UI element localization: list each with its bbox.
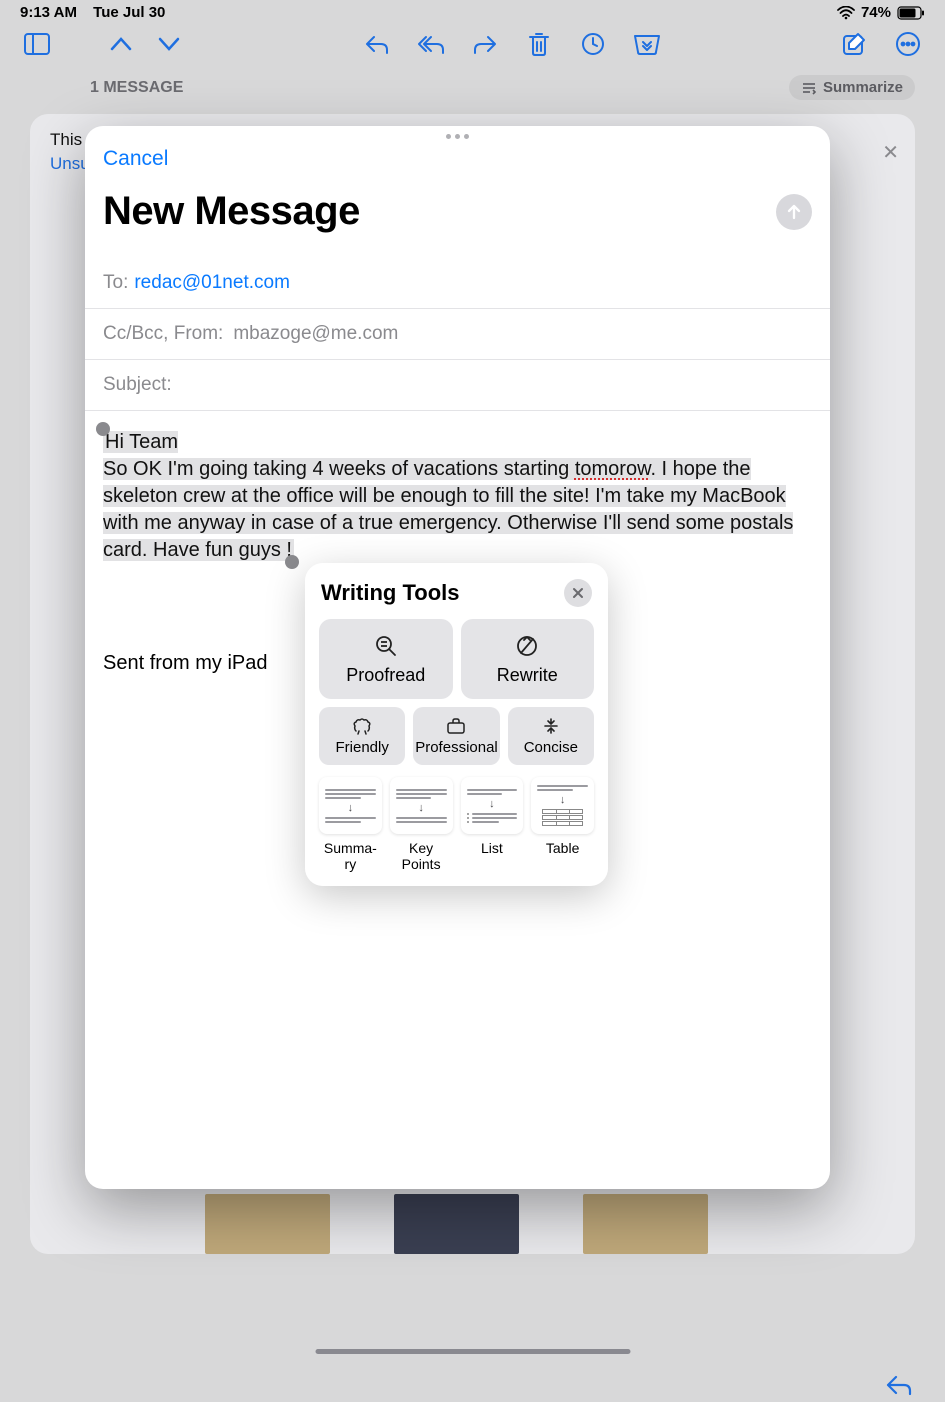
cc-from-field[interactable]: Cc/Bcc, From: mbazoge@me.com [85, 308, 830, 359]
selection-handle-start[interactable] [96, 422, 110, 436]
reply-bottom-button[interactable] [885, 1373, 913, 1402]
send-button[interactable] [776, 194, 812, 230]
cancel-button[interactable]: Cancel [103, 147, 168, 171]
delete-button[interactable] [522, 27, 556, 61]
subject-label: Subject: [103, 374, 172, 396]
close-banner-button[interactable]: ✕ [882, 140, 899, 165]
to-field[interactable]: To: redac@01net.com [85, 258, 830, 308]
rewrite-label: Rewrite [497, 665, 558, 686]
attachment-thumb[interactable] [583, 1194, 708, 1254]
proofread-button[interactable]: Proofread [319, 619, 453, 699]
mail-toolbar [0, 21, 945, 65]
reply-all-button[interactable] [414, 27, 448, 61]
prev-message-button[interactable] [104, 27, 138, 61]
keypoints-label: Key Points [402, 840, 441, 872]
arrow-down-icon: ↓ [489, 798, 495, 810]
summarize-button[interactable]: Summarize [789, 75, 915, 100]
reply-button[interactable] [360, 27, 394, 61]
next-message-button[interactable] [152, 27, 186, 61]
to-label: To: [103, 272, 128, 294]
body-greeting: Hi Team [105, 431, 178, 453]
writing-tools-popover: Writing Tools Proofread Rewrite Friendly [305, 563, 608, 886]
body-text-1: So OK I'm going taking 4 weeks of vacati… [103, 458, 575, 480]
friendly-button[interactable]: Friendly [319, 707, 405, 765]
professional-button[interactable]: Professional [413, 707, 499, 765]
to-value[interactable]: redac@01net.com [134, 272, 290, 294]
subject-field[interactable]: Subject: [85, 359, 830, 410]
compose-button[interactable] [837, 27, 871, 61]
friendly-label: Friendly [335, 739, 388, 756]
forward-button[interactable] [468, 27, 502, 61]
arrow-down-icon: ↓ [348, 802, 354, 814]
messages-header: 1 MESSAGE Summarize [0, 65, 945, 114]
proofread-label: Proofread [346, 665, 425, 686]
summarize-label: Summarize [823, 79, 903, 96]
more-options-button[interactable] [891, 27, 925, 61]
remind-later-button[interactable] [576, 27, 610, 61]
attachment-thumb[interactable] [205, 1194, 330, 1254]
misspelled-word: tomorow [575, 458, 651, 480]
professional-label: Professional [415, 739, 498, 756]
archive-button[interactable] [630, 27, 664, 61]
selection-handle-end[interactable] [285, 555, 299, 569]
sheet-grabber[interactable] [85, 126, 830, 141]
concise-button[interactable]: Concise [508, 707, 594, 765]
keypoints-button[interactable]: ↓ Key Points [390, 777, 453, 872]
compose-body[interactable]: Hi Team So OK I'm going taking 4 weeks o… [85, 410, 830, 582]
table-label: Table [546, 840, 579, 856]
list-button[interactable]: ↓ List [461, 777, 524, 872]
cc-label: Cc/Bcc, From: [103, 323, 223, 345]
close-popover-button[interactable] [564, 579, 592, 607]
status-time: 9:13 AM [20, 4, 77, 21]
message-count-label: 1 MESSAGE [90, 79, 183, 97]
battery-icon [897, 6, 925, 20]
arrow-down-icon: ↓ [560, 794, 566, 806]
concise-label: Concise [524, 739, 578, 756]
home-indicator[interactable] [315, 1349, 630, 1354]
status-date: Tue Jul 30 [93, 4, 165, 21]
compose-sheet: Cancel New Message To: redac@01net.com C… [85, 126, 830, 1189]
compose-title: New Message [103, 189, 360, 234]
sidebar-toggle-button[interactable] [20, 27, 54, 61]
rewrite-button[interactable]: Rewrite [461, 619, 595, 699]
writing-tools-title: Writing Tools [321, 580, 564, 606]
list-label: List [481, 840, 503, 856]
attachment-thumb[interactable] [394, 1194, 519, 1254]
from-value: mbazoge@me.com [233, 323, 398, 345]
arrow-down-icon: ↓ [418, 802, 424, 814]
attachment-images [205, 1194, 708, 1254]
battery-percent: 74% [861, 4, 891, 21]
table-button[interactable]: ↓ Table [531, 777, 594, 872]
summary-button[interactable]: ↓ Summa- ry [319, 777, 382, 872]
summary-label: Summa- ry [324, 840, 377, 872]
status-bar: 9:13 AM Tue Jul 30 74% [0, 0, 945, 21]
wifi-icon [837, 6, 855, 20]
